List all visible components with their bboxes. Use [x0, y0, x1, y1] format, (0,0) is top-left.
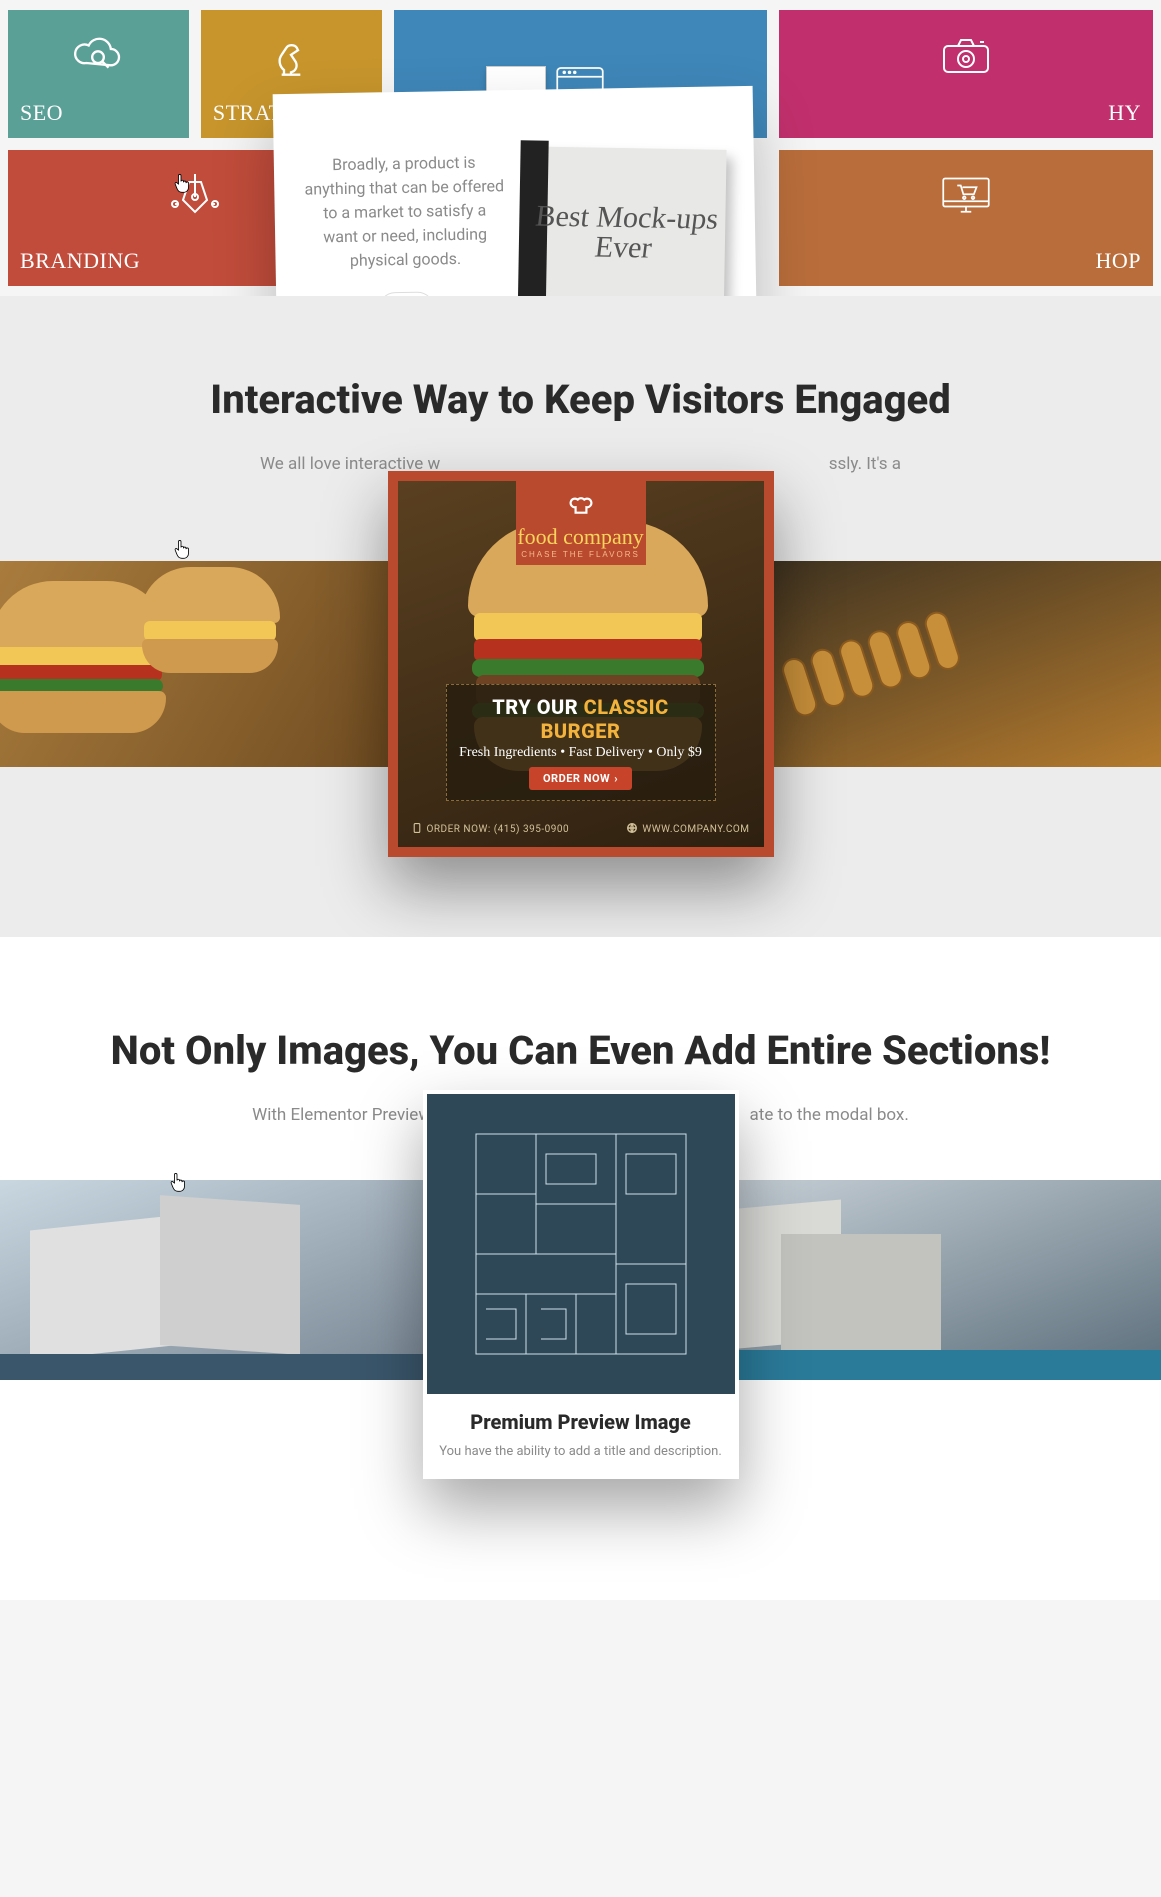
- camera-icon: [938, 28, 994, 88]
- house-strip: Premium Preview Image You have the abili…: [0, 1180, 1161, 1380]
- blueprint-image: [427, 1094, 735, 1394]
- pen-nib-icon: [167, 168, 223, 228]
- footer-phone: ORDER NOW: (415) 395-0900: [412, 823, 570, 835]
- food-cta-box: TRY OUR CLASSIC BURGER Fresh Ingredients…: [446, 684, 716, 801]
- preview-card[interactable]: Premium Preview Image You have the abili…: [423, 1090, 739, 1480]
- popup-description: Broadly, a product is anything that can …: [304, 150, 506, 273]
- food-promo-card[interactable]: food company CHASE THE FLAVORS TRY OUR C…: [388, 471, 774, 857]
- tile-shop[interactable]: HOP: [779, 150, 1153, 286]
- ecommerce-monitor-icon: [938, 168, 994, 228]
- section-title: Not Only Images, You Can Even Add Entire…: [0, 1027, 1161, 1074]
- popup-art-text: Best Mock-ups Ever: [521, 201, 728, 264]
- food-footer: ORDER NOW: (415) 395-0900 WWW.COMPANY.CO…: [398, 815, 764, 843]
- food-banner-name: food company: [516, 524, 646, 550]
- cursor-hand-icon: [172, 540, 190, 560]
- tile-label: HY: [791, 100, 1141, 126]
- sections-preview-section: Not Only Images, You Can Even Add Entire…: [0, 937, 1161, 1599]
- popup-artwork: Best Mock-ups Ever: [524, 146, 727, 319]
- food-cta-headline: TRY OUR CLASSIC BURGER: [457, 695, 705, 743]
- tile-photography[interactable]: HY: [779, 10, 1153, 138]
- tile-label: HOP: [791, 248, 1141, 274]
- food-banner: food company CHASE THE FLAVORS: [516, 481, 646, 565]
- preview-card-title: Premium Preview Image: [423, 1410, 739, 1434]
- footer-website: WWW.COMPANY.COM: [627, 823, 749, 835]
- preview-card-desc: You have the ability to add a title and …: [423, 1442, 739, 1462]
- chef-hat-icon: [568, 504, 594, 521]
- knight-chess-icon: [263, 28, 319, 88]
- tile-label: SEO: [20, 100, 177, 126]
- tile-seo[interactable]: SEO: [8, 10, 189, 138]
- interactive-section: Interactive Way to Keep Visitors Engaged…: [0, 296, 1161, 817]
- food-banner-sub: CHASE THE FLAVORS: [516, 550, 646, 559]
- food-cta-subline: Fresh Ingredients • Fast Delivery • Only…: [457, 745, 705, 761]
- order-now-button[interactable]: ORDER NOW›: [529, 767, 632, 790]
- tiles-section: SEO STRATEGY HY BRANDING: [0, 0, 1161, 296]
- chevron-right-icon: ›: [614, 772, 618, 785]
- section-title: Interactive Way to Keep Visitors Engaged: [0, 376, 1161, 423]
- food-strip: food company CHASE THE FLAVORS TRY OUR C…: [0, 561, 1161, 767]
- seo-cloud-search-icon: [70, 28, 126, 88]
